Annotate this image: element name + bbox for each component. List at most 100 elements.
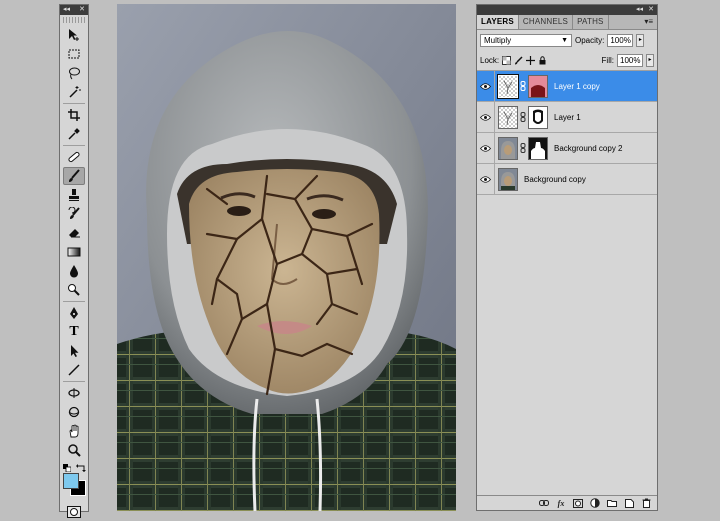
zoom-tool[interactable] <box>63 441 85 459</box>
visibility-toggle[interactable] <box>477 132 495 164</box>
fill-slider-button[interactable]: ▸ <box>646 53 654 67</box>
tab-paths[interactable]: PATHS <box>573 15 609 29</box>
foreground-color-swatch[interactable] <box>63 473 79 489</box>
link-icon <box>539 500 549 506</box>
layer-thumbnail <box>498 167 518 191</box>
tab-layers[interactable]: LAYERS <box>477 15 519 29</box>
collapse-icon[interactable]: ◂◂ <box>63 6 70 14</box>
visibility-toggle[interactable] <box>477 70 495 102</box>
visibility-toggle[interactable] <box>477 163 495 195</box>
line-icon <box>68 364 80 376</box>
clone-stamp-tool[interactable] <box>63 186 85 204</box>
eyedropper-icon <box>68 128 80 140</box>
tool-separator <box>63 381 85 382</box>
link-layers-button[interactable] <box>539 498 549 508</box>
lasso-tool[interactable] <box>63 64 85 82</box>
path-selection-tool[interactable] <box>63 342 85 360</box>
pen-tool[interactable] <box>63 304 85 322</box>
close-icon[interactable]: ✕ <box>648 6 654 14</box>
3d-rotate-tool[interactable] <box>63 384 85 402</box>
link-icon[interactable] <box>520 112 526 122</box>
crop-tool[interactable] <box>63 106 85 124</box>
document-canvas[interactable] <box>117 4 456 511</box>
layer-mask-thumbnail[interactable] <box>528 105 548 129</box>
eye-icon <box>480 82 491 90</box>
eye-icon <box>480 175 491 183</box>
eraser-tool[interactable] <box>63 224 85 242</box>
add-mask-button[interactable] <box>573 498 583 508</box>
swap-colors-icon[interactable] <box>76 463 86 473</box>
fill-label: Fill: <box>601 55 614 65</box>
opacity-label: Opacity: <box>575 35 605 45</box>
layer-mask-thumbnail[interactable] <box>528 74 548 98</box>
layer-thumbnail <box>498 105 518 129</box>
move-icon <box>69 29 79 41</box>
fx-button[interactable]: fx <box>556 498 566 508</box>
blend-mode-select[interactable]: Multiply ▼ <box>480 33 572 47</box>
arrow-icon <box>71 345 79 357</box>
link-icon[interactable] <box>520 143 526 153</box>
add-mask-icon <box>573 498 583 508</box>
layer-name[interactable]: Layer 1 <box>554 113 581 122</box>
close-icon[interactable]: ✕ <box>79 6 85 14</box>
opacity-field[interactable]: 100% <box>607 33 634 47</box>
layer-name[interactable]: Background copy <box>524 175 586 184</box>
lock-transparency-icon[interactable] <box>502 55 512 65</box>
collapse-icon[interactable]: ◂◂ <box>636 6 643 14</box>
layer-mask-thumbnail[interactable] <box>528 136 548 160</box>
delete-layer-button[interactable] <box>641 498 651 508</box>
blend-options-row: Multiply ▼ Opacity: 100% ▸ <box>477 30 657 50</box>
hand-tool[interactable] <box>63 422 85 440</box>
stamp-icon <box>69 189 79 201</box>
group-icon <box>607 500 617 507</box>
new-group-button[interactable] <box>607 498 617 508</box>
blend-mode-value: Multiply <box>484 35 512 45</box>
rect-marquee-icon <box>68 49 80 59</box>
visibility-toggle[interactable] <box>477 101 495 133</box>
layers-panel: ◂◂ ✕ LAYERS CHANNELS PATHS ▾≡ Multiply ▼… <box>476 4 658 511</box>
lock-all-icon[interactable] <box>538 55 547 65</box>
gradient-icon <box>67 247 81 257</box>
panel-menu-icon[interactable]: ▾≡ <box>644 17 653 26</box>
lock-position-icon[interactable] <box>526 55 536 65</box>
new-layer-button[interactable] <box>624 498 634 508</box>
link-icon[interactable] <box>520 81 526 91</box>
blur-tool[interactable] <box>63 262 85 280</box>
magic-wand-tool[interactable] <box>63 83 85 101</box>
magic-wand-icon <box>69 86 81 98</box>
layer-thumbnail <box>497 73 519 99</box>
fill-field[interactable]: 100% <box>617 53 643 67</box>
panel-grip[interactable] <box>63 17 85 23</box>
adjustment-layer-button[interactable] <box>590 498 600 508</box>
zoom-icon <box>68 444 81 457</box>
default-colors-icon[interactable] <box>63 464 71 472</box>
layer-row[interactable]: Layer 1 copy <box>477 70 657 102</box>
healing-brush-tool[interactable] <box>63 148 85 166</box>
layer-row[interactable]: Background copy <box>477 163 657 195</box>
tab-channels[interactable]: CHANNELS <box>519 15 574 29</box>
move-tool[interactable] <box>63 26 85 44</box>
opacity-slider-button[interactable]: ▸ <box>636 33 645 47</box>
3d-orbit-tool[interactable] <box>63 403 85 421</box>
marquee-tool[interactable] <box>63 45 85 63</box>
layer-name[interactable]: Layer 1 copy <box>554 82 600 91</box>
layers-panel-titlebar[interactable]: ◂◂ ✕ <box>477 5 657 15</box>
pen-icon <box>70 307 78 319</box>
layer-row[interactable]: Background copy 2 <box>477 132 657 164</box>
layer-name[interactable]: Background copy 2 <box>554 144 623 153</box>
gradient-tool[interactable] <box>63 243 85 261</box>
history-brush-tool[interactable] <box>63 205 85 223</box>
tools-panel-titlebar[interactable]: ◂◂ ✕ <box>60 5 88 15</box>
quick-mask-button[interactable] <box>63 505 85 519</box>
brush-tool[interactable] <box>63 167 85 185</box>
eye-icon <box>480 113 491 121</box>
type-tool[interactable]: T <box>63 323 85 341</box>
eyedropper-tool[interactable] <box>63 125 85 143</box>
photo-image <box>117 4 456 511</box>
line-tool[interactable] <box>63 361 85 379</box>
dodge-tool[interactable] <box>63 281 85 299</box>
tool-separator <box>63 103 85 104</box>
layer-row[interactable]: Layer 1 <box>477 101 657 133</box>
fill-group: Fill: 100% ▸ <box>601 53 654 67</box>
lock-pixels-icon[interactable] <box>514 55 523 65</box>
